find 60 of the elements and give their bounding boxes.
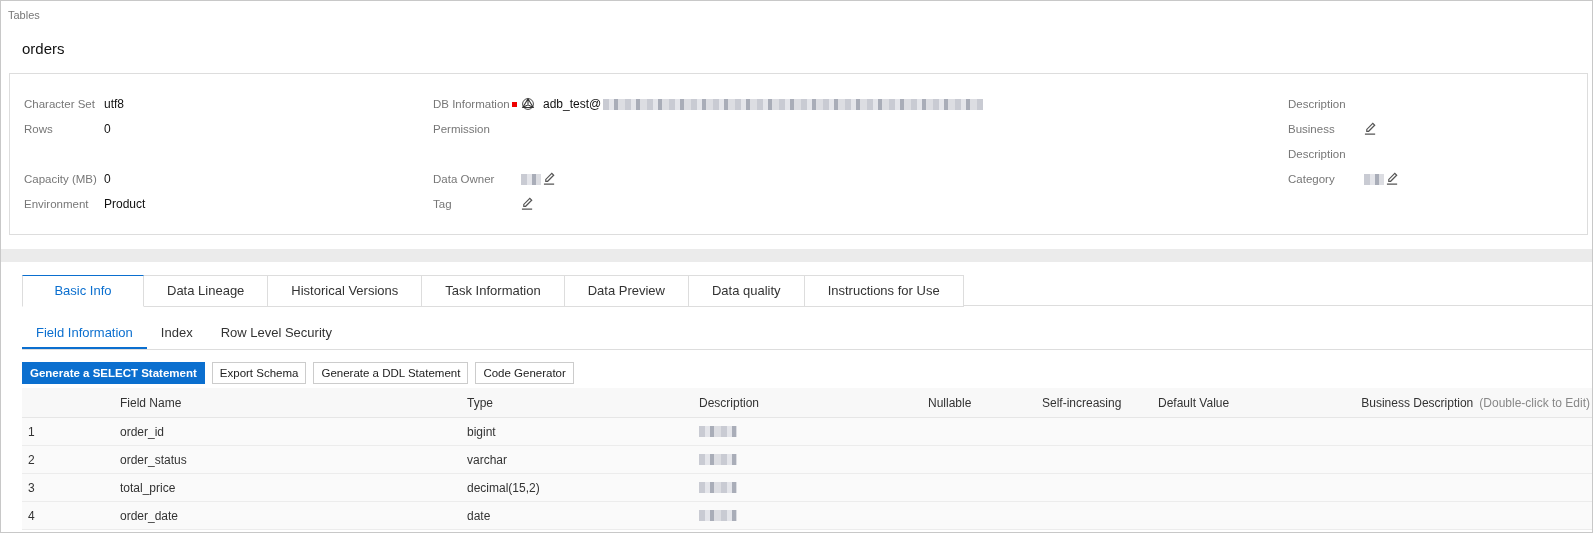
table-cell: decimal(15,2)	[467, 480, 540, 495]
table-cell: bigint	[467, 424, 496, 439]
field-label: Category	[1288, 172, 1336, 187]
tab[interactable]: Instructions for Use	[804, 275, 964, 307]
table-cell: order_id	[120, 424, 165, 439]
breadcrumb: Tables	[7, 8, 41, 22]
tab[interactable]: Data Lineage	[144, 275, 269, 307]
subtab[interactable]: Field Information	[22, 318, 147, 349]
edit-icon[interactable]	[1364, 122, 1377, 135]
table-row[interactable]: 4 order_date date	[22, 502, 1592, 530]
column-header: Field Name	[120, 395, 182, 410]
edit-icon[interactable]	[543, 172, 556, 185]
action-button[interactable]: Generate a SELECT Statement	[22, 362, 205, 384]
action-button[interactable]: Export Schema	[211, 362, 307, 384]
subtab[interactable]: Index	[146, 318, 207, 349]
tab[interactable]: Historical Versions	[268, 275, 423, 307]
field-label: Business Description	[1288, 122, 1347, 162]
field-value: Product	[104, 196, 146, 213]
table-row[interactable]: 2 order_status varchar	[22, 446, 1592, 474]
column-hint: (Double-click to Edit)	[1479, 395, 1590, 410]
column-header: Description	[699, 395, 760, 410]
row-number: 4	[28, 508, 35, 523]
column-header: Nullable	[928, 395, 972, 410]
field-label: Environment	[24, 197, 89, 212]
column-header: Business Description	[1361, 395, 1474, 410]
edit-icon[interactable]	[521, 197, 534, 210]
field-label: Tag	[433, 197, 452, 212]
edit-icon[interactable]	[1386, 172, 1399, 185]
field-label: DB Information	[433, 97, 510, 112]
column-header: Default Value	[1158, 395, 1230, 410]
column-header: Self-increasing	[1042, 395, 1122, 410]
field-value: 0	[104, 121, 111, 138]
field-label: Capacity (MB)	[24, 172, 97, 187]
field-label: Rows	[24, 122, 53, 137]
table-cell: varchar	[467, 452, 507, 467]
table-cell: order_date	[120, 508, 179, 523]
row-number: 3	[28, 480, 35, 495]
action-button[interactable]: Code Generator	[475, 362, 574, 384]
table-title: orders	[21, 39, 66, 59]
subtab[interactable]: Row Level Security	[206, 318, 346, 349]
table-cell: date	[467, 508, 491, 523]
field-value: 0	[104, 171, 111, 188]
table-cell: order_status	[120, 452, 187, 467]
row-number: 2	[28, 452, 35, 467]
field-value: adb_test@	[543, 96, 602, 113]
field-label: Data Owner	[433, 172, 495, 187]
tab[interactable]: Basic Info	[22, 275, 144, 307]
tab[interactable]: Data Preview	[564, 275, 689, 307]
tab[interactable]: Task Information	[422, 275, 565, 307]
column-header: Type	[467, 395, 493, 410]
field-label: Permission	[433, 122, 490, 137]
table-row[interactable]: 1 order_id bigint	[22, 418, 1592, 446]
field-label: Character Set	[24, 97, 95, 112]
table-cell: total_price	[120, 480, 176, 495]
row-number: 1	[28, 424, 35, 439]
field-label: Description	[1288, 97, 1347, 112]
field-value: utf8	[104, 96, 124, 113]
action-button[interactable]: Generate a DDL Statement	[313, 362, 469, 384]
tab[interactable]: Data quality	[688, 275, 805, 307]
table-row[interactable]: 3 total_price decimal(15,2)	[22, 474, 1592, 502]
